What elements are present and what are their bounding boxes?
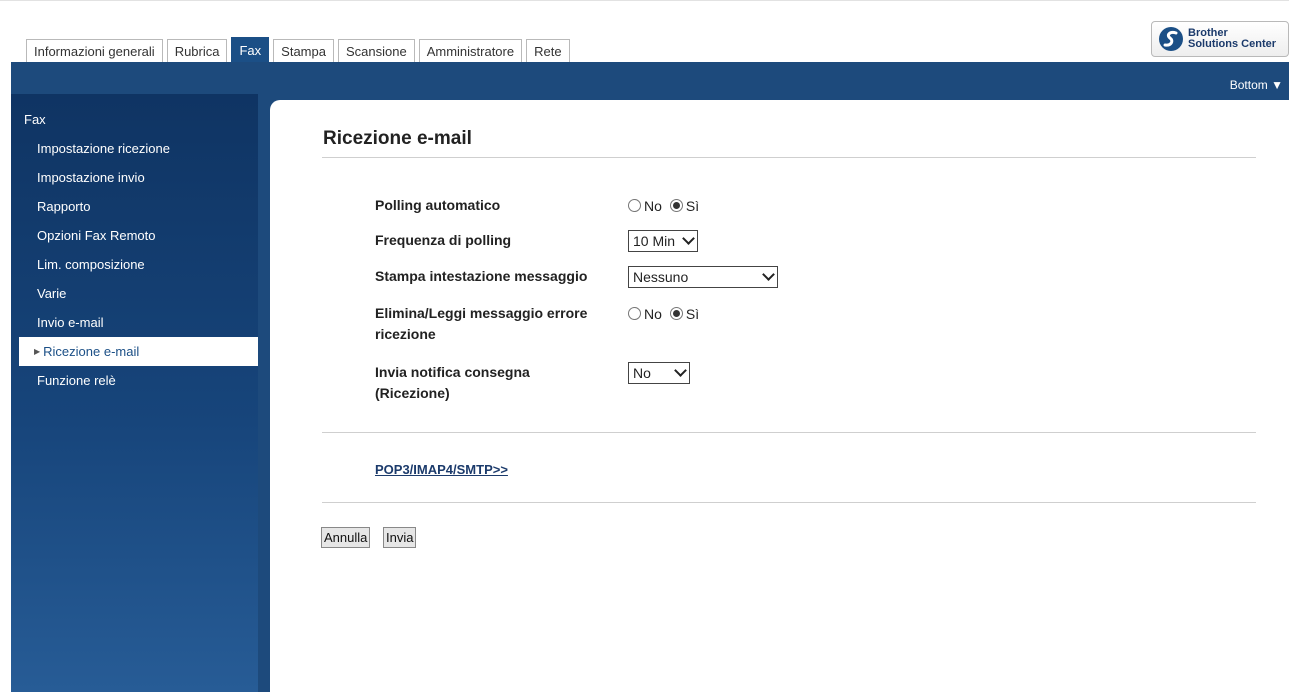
brother-solutions-center-label: Brother Solutions Center xyxy=(1188,28,1276,50)
bottom-link-label: Bottom xyxy=(1229,78,1268,92)
print-header-control: Nessuno xyxy=(628,266,778,288)
polling-auto-radio-si[interactable] xyxy=(669,199,683,212)
delete-error-no-label: No xyxy=(644,305,662,322)
brother-solutions-center-button[interactable]: Brother Solutions Center xyxy=(1151,21,1289,57)
delivery-notify-value: No xyxy=(633,365,651,381)
chevron-down-icon xyxy=(762,268,775,281)
tab-informazioni-generali[interactable]: Informazioni generali xyxy=(26,39,163,63)
sidebar-item-label: Ricezione e-mail xyxy=(43,344,140,359)
section-divider xyxy=(322,432,1256,433)
polling-auto-radio-no[interactable] xyxy=(628,199,641,212)
chevron-down-icon xyxy=(682,232,695,245)
header-band: Bottom ▼ xyxy=(11,62,1289,94)
delivery-notify-label-line2: (Ricezione) xyxy=(375,385,450,401)
sidebar-item-impostazione-invio[interactable]: Impostazione invio xyxy=(11,163,261,192)
delete-error-label-line2: ricezione xyxy=(375,326,436,342)
sidebar-menu: Impostazione ricezione Impostazione invi… xyxy=(11,134,261,395)
triangle-down-icon: ▼ xyxy=(1271,78,1283,92)
main-tabs: Informazioni generali Rubrica Fax Stampa… xyxy=(26,37,574,63)
print-header-select[interactable]: Nessuno xyxy=(628,266,778,288)
cancel-button[interactable]: Annulla xyxy=(321,527,371,548)
bottom-link[interactable]: Bottom ▼ xyxy=(1230,78,1283,92)
polling-auto-label: Polling automatico xyxy=(375,197,501,213)
tab-fax[interactable]: Fax xyxy=(231,37,270,63)
page-title: Ricezione e-mail xyxy=(323,128,472,149)
polling-freq-label: Frequenza di polling xyxy=(375,232,512,248)
delivery-notify-select[interactable]: No xyxy=(628,362,690,384)
tab-amministratore[interactable]: Amministratore xyxy=(418,39,523,63)
sidebar-title: Fax xyxy=(24,112,46,127)
triangle-right-icon: ▶ xyxy=(34,347,41,356)
sidebar-item-rapporto[interactable]: Rapporto xyxy=(11,192,261,221)
delete-error-radio-group: No Sì xyxy=(628,303,707,324)
delivery-notify-label-line1: Invia notifica consegna xyxy=(375,364,530,380)
delete-error-radio-si[interactable] xyxy=(669,307,683,320)
sidebar-item-ricezione-email[interactable]: ▶ Ricezione e-mail xyxy=(19,337,261,366)
top-nav-bar: Informazioni generali Rubrica Fax Stampa… xyxy=(0,0,1289,63)
sidebar: Fax Impostazione ricezione Impostazione … xyxy=(11,94,261,692)
print-header-value: Nessuno xyxy=(633,269,689,285)
delete-error-radio-no[interactable] xyxy=(628,307,641,320)
submit-button[interactable]: Invia xyxy=(383,527,417,548)
polling-freq-value: 10 Min xyxy=(633,233,676,249)
sidebar-item-opzioni-fax-remoto[interactable]: Opzioni Fax Remoto xyxy=(11,221,261,250)
sidebar-item-invio-email[interactable]: Invio e-mail xyxy=(11,308,261,337)
title-divider xyxy=(322,157,1256,158)
tab-stampa[interactable]: Stampa xyxy=(273,39,334,63)
tab-rubrica[interactable]: Rubrica xyxy=(166,39,228,63)
tab-rete[interactable]: Rete xyxy=(526,39,570,63)
print-header-label: Stampa intestazione messaggio xyxy=(375,268,588,284)
polling-auto-radio-group: No Sì xyxy=(628,195,707,216)
chevron-down-icon xyxy=(674,364,687,377)
brother-s-logo-icon xyxy=(1159,27,1183,51)
polling-auto-si-label: Sì xyxy=(685,197,700,214)
sidebar-item-varie[interactable]: Varie xyxy=(11,279,261,308)
sidebar-item-funzione-rele[interactable]: Funzione relè xyxy=(11,366,261,395)
delete-error-si-label: Sì xyxy=(685,305,700,322)
delivery-notify-label: Invia notifica consegna (Ricezione) xyxy=(375,362,530,404)
brand-line2: Solutions Center xyxy=(1188,38,1277,50)
pop3-imap4-smtp-link[interactable]: POP3/IMAP4/SMTP>> xyxy=(375,462,508,477)
delivery-notify-control: No xyxy=(628,362,690,384)
delete-error-label: Elimina/Leggi messaggio errore ricezione xyxy=(375,303,587,345)
polling-freq-select[interactable]: 10 Min xyxy=(628,230,698,252)
delete-error-label-line1: Elimina/Leggi messaggio errore xyxy=(375,305,588,321)
polling-auto-no-label: No xyxy=(644,197,662,214)
footer-divider xyxy=(322,502,1256,503)
sidebar-item-lim-composizione[interactable]: Lim. composizione xyxy=(11,250,261,279)
polling-freq-control: 10 Min xyxy=(628,230,698,252)
tab-scansione[interactable]: Scansione xyxy=(337,39,415,63)
sidebar-item-impostazione-ricezione[interactable]: Impostazione ricezione xyxy=(11,134,261,163)
